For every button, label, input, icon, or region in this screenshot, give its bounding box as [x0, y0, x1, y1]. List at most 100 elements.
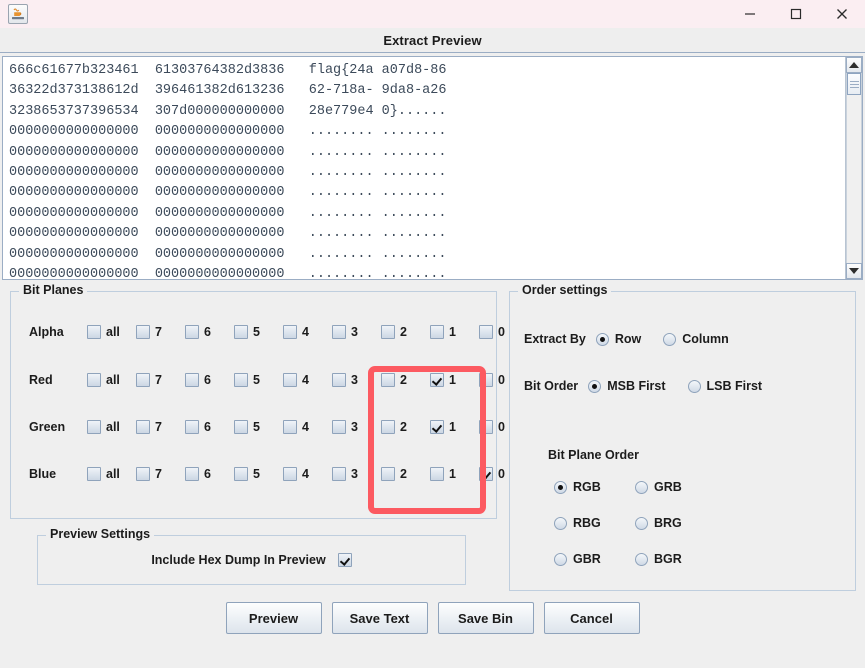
- checkbox-alpha-all[interactable]: [87, 325, 101, 339]
- minimize-button[interactable]: [727, 0, 773, 28]
- radio-icon[interactable]: [554, 516, 567, 530]
- radio-bit-plane-order-gbr[interactable]: GBR: [554, 552, 601, 566]
- radio-bit-plane-order-rbg[interactable]: RBG: [554, 516, 601, 530]
- checkbox-green-7[interactable]: [136, 420, 150, 434]
- checkbox-blue-0[interactable]: [479, 467, 493, 481]
- checkbox-blue-1[interactable]: [430, 467, 444, 481]
- scroll-down-icon[interactable]: [846, 263, 862, 279]
- radio-icon[interactable]: [595, 332, 609, 346]
- checkbox-cell-blue-7[interactable]: 7: [136, 467, 185, 481]
- save-text-button[interactable]: Save Text: [331, 602, 428, 634]
- scroll-up-icon[interactable]: [846, 57, 862, 73]
- checkbox-cell-green-all[interactable]: all: [87, 420, 136, 434]
- checkbox-green-3[interactable]: [332, 420, 346, 434]
- checkbox-cell-red-7[interactable]: 7: [136, 373, 185, 387]
- radio-bit-order-lsb[interactable]: LSB First: [687, 379, 762, 393]
- checkbox-red-all[interactable]: [87, 373, 101, 387]
- radio-icon[interactable]: [635, 516, 648, 530]
- checkbox-blue-3[interactable]: [332, 467, 346, 481]
- checkbox-cell-red-all[interactable]: all: [87, 373, 136, 387]
- checkbox-cell-red-2[interactable]: 2: [381, 373, 430, 387]
- checkbox-alpha-3[interactable]: [332, 325, 346, 339]
- checkbox-blue-all[interactable]: [87, 467, 101, 481]
- checkbox-green-2[interactable]: [381, 420, 395, 434]
- checkbox-cell-blue-3[interactable]: 3: [332, 467, 381, 481]
- radio-bit-plane-order-bgr[interactable]: BGR: [635, 552, 682, 566]
- checkbox-red-7[interactable]: [136, 373, 150, 387]
- checkbox-green-4[interactable]: [283, 420, 297, 434]
- preview-button[interactable]: Preview: [225, 602, 322, 634]
- checkbox-cell-alpha-5[interactable]: 5: [234, 325, 283, 339]
- checkbox-blue-6[interactable]: [185, 467, 199, 481]
- hex-dump-textarea[interactable]: 666c61677b323461 61303764382d3836 flag{2…: [3, 57, 845, 279]
- include-hex-dump-row[interactable]: Include Hex Dump In Preview: [38, 553, 465, 567]
- checkbox-blue-2[interactable]: [381, 467, 395, 481]
- radio-icon[interactable]: [635, 552, 648, 566]
- checkbox-green-6[interactable]: [185, 420, 199, 434]
- checkbox-cell-green-3[interactable]: 3: [332, 420, 381, 434]
- radio-icon[interactable]: [554, 480, 567, 494]
- checkbox-cell-alpha-6[interactable]: 6: [185, 325, 234, 339]
- radio-bit-plane-order-rgb[interactable]: RGB: [554, 480, 601, 494]
- radio-icon[interactable]: [687, 379, 701, 393]
- include-hex-dump-checkbox[interactable]: [337, 553, 352, 567]
- checkbox-cell-alpha-4[interactable]: 4: [283, 325, 332, 339]
- radio-extract-by-row[interactable]: Row: [595, 332, 641, 346]
- radio-icon[interactable]: [554, 552, 567, 566]
- save-bin-button[interactable]: Save Bin: [437, 602, 534, 634]
- checkbox-blue-5[interactable]: [234, 467, 248, 481]
- checkbox-blue-4[interactable]: [283, 467, 297, 481]
- checkbox-red-2[interactable]: [381, 373, 395, 387]
- checkbox-cell-alpha-3[interactable]: 3: [332, 325, 381, 339]
- checkbox-alpha-6[interactable]: [185, 325, 199, 339]
- radio-icon[interactable]: [663, 332, 677, 346]
- checkbox-cell-blue-4[interactable]: 4: [283, 467, 332, 481]
- checkbox-cell-alpha-1[interactable]: 1: [430, 325, 479, 339]
- checkbox-red-6[interactable]: [185, 373, 199, 387]
- cancel-button[interactable]: Cancel: [543, 602, 640, 634]
- checkbox-green-0[interactable]: [479, 420, 493, 434]
- checkbox-red-3[interactable]: [332, 373, 346, 387]
- checkbox-red-1[interactable]: [430, 373, 444, 387]
- checkbox-cell-alpha-7[interactable]: 7: [136, 325, 185, 339]
- checkbox-cell-alpha-all[interactable]: all: [87, 325, 136, 339]
- maximize-button[interactable]: [773, 0, 819, 28]
- checkbox-cell-blue-1[interactable]: 1: [430, 467, 479, 481]
- checkbox-red-4[interactable]: [283, 373, 297, 387]
- checkbox-cell-red-1[interactable]: 1: [430, 373, 479, 387]
- checkbox-green-1[interactable]: [430, 420, 444, 434]
- checkbox-red-5[interactable]: [234, 373, 248, 387]
- checkbox-cell-green-7[interactable]: 7: [136, 420, 185, 434]
- checkbox-alpha-2[interactable]: [381, 325, 395, 339]
- checkbox-red-0[interactable]: [479, 373, 493, 387]
- radio-icon[interactable]: [588, 379, 602, 393]
- checkbox-cell-green-1[interactable]: 1: [430, 420, 479, 434]
- checkbox-cell-red-3[interactable]: 3: [332, 373, 381, 387]
- checkbox-cell-blue-all[interactable]: all: [87, 467, 136, 481]
- checkbox-cell-red-4[interactable]: 4: [283, 373, 332, 387]
- checkbox-alpha-0[interactable]: [479, 325, 493, 339]
- checkbox-cell-green-6[interactable]: 6: [185, 420, 234, 434]
- close-button[interactable]: [819, 0, 865, 28]
- radio-bit-order-msb[interactable]: MSB First: [588, 379, 666, 393]
- radio-bit-plane-order-brg[interactable]: BRG: [635, 516, 682, 530]
- checkbox-cell-blue-5[interactable]: 5: [234, 467, 283, 481]
- checkbox-cell-red-6[interactable]: 6: [185, 373, 234, 387]
- radio-bit-plane-order-grb[interactable]: GRB: [635, 480, 682, 494]
- checkbox-cell-blue-2[interactable]: 2: [381, 467, 430, 481]
- checkbox-alpha-5[interactable]: [234, 325, 248, 339]
- radio-icon[interactable]: [635, 480, 648, 494]
- scrollbar-thumb[interactable]: [847, 73, 861, 95]
- checkbox-green-5[interactable]: [234, 420, 248, 434]
- scrollbar-track[interactable]: [846, 73, 862, 263]
- checkbox-alpha-4[interactable]: [283, 325, 297, 339]
- checkbox-cell-red-5[interactable]: 5: [234, 373, 283, 387]
- checkbox-blue-7[interactable]: [136, 467, 150, 481]
- radio-extract-by-column[interactable]: Column: [663, 332, 729, 346]
- checkbox-green-all[interactable]: [87, 420, 101, 434]
- checkbox-cell-green-2[interactable]: 2: [381, 420, 430, 434]
- checkbox-cell-blue-6[interactable]: 6: [185, 467, 234, 481]
- checkbox-alpha-1[interactable]: [430, 325, 444, 339]
- checkbox-cell-green-4[interactable]: 4: [283, 420, 332, 434]
- checkbox-cell-green-5[interactable]: 5: [234, 420, 283, 434]
